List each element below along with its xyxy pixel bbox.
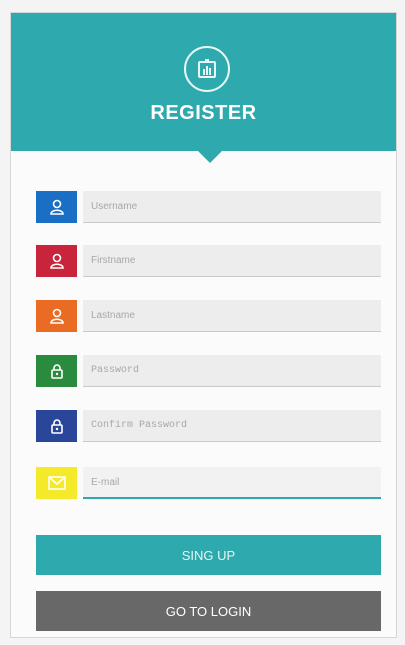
page-title: REGISTER (150, 102, 257, 124)
chart-badge-icon (184, 46, 230, 92)
sign-up-button[interactable]: SING UP (36, 535, 381, 575)
lock-icon (36, 355, 77, 387)
email-input[interactable] (83, 467, 381, 499)
email-row (36, 467, 381, 499)
user-icon (36, 300, 77, 332)
password-row (36, 355, 381, 387)
confirm-password-input[interactable] (83, 410, 381, 442)
firstname-input[interactable] (83, 245, 381, 277)
register-header: REGISTER (11, 13, 396, 151)
confirm-password-row (36, 410, 381, 442)
lastname-row (36, 300, 381, 332)
lock-icon (36, 410, 77, 442)
user-icon (36, 245, 77, 277)
header-pointer (197, 150, 223, 163)
mail-icon (36, 467, 77, 499)
username-row (36, 191, 381, 223)
go-to-login-button[interactable]: GO TO LOGIN (36, 591, 381, 631)
username-input[interactable] (83, 191, 381, 223)
register-card: REGISTER Username Firstname Lastname Pas… (10, 12, 397, 638)
password-input[interactable] (83, 355, 381, 387)
user-icon (36, 191, 77, 223)
lastname-input[interactable] (83, 300, 381, 332)
firstname-row (36, 245, 381, 277)
